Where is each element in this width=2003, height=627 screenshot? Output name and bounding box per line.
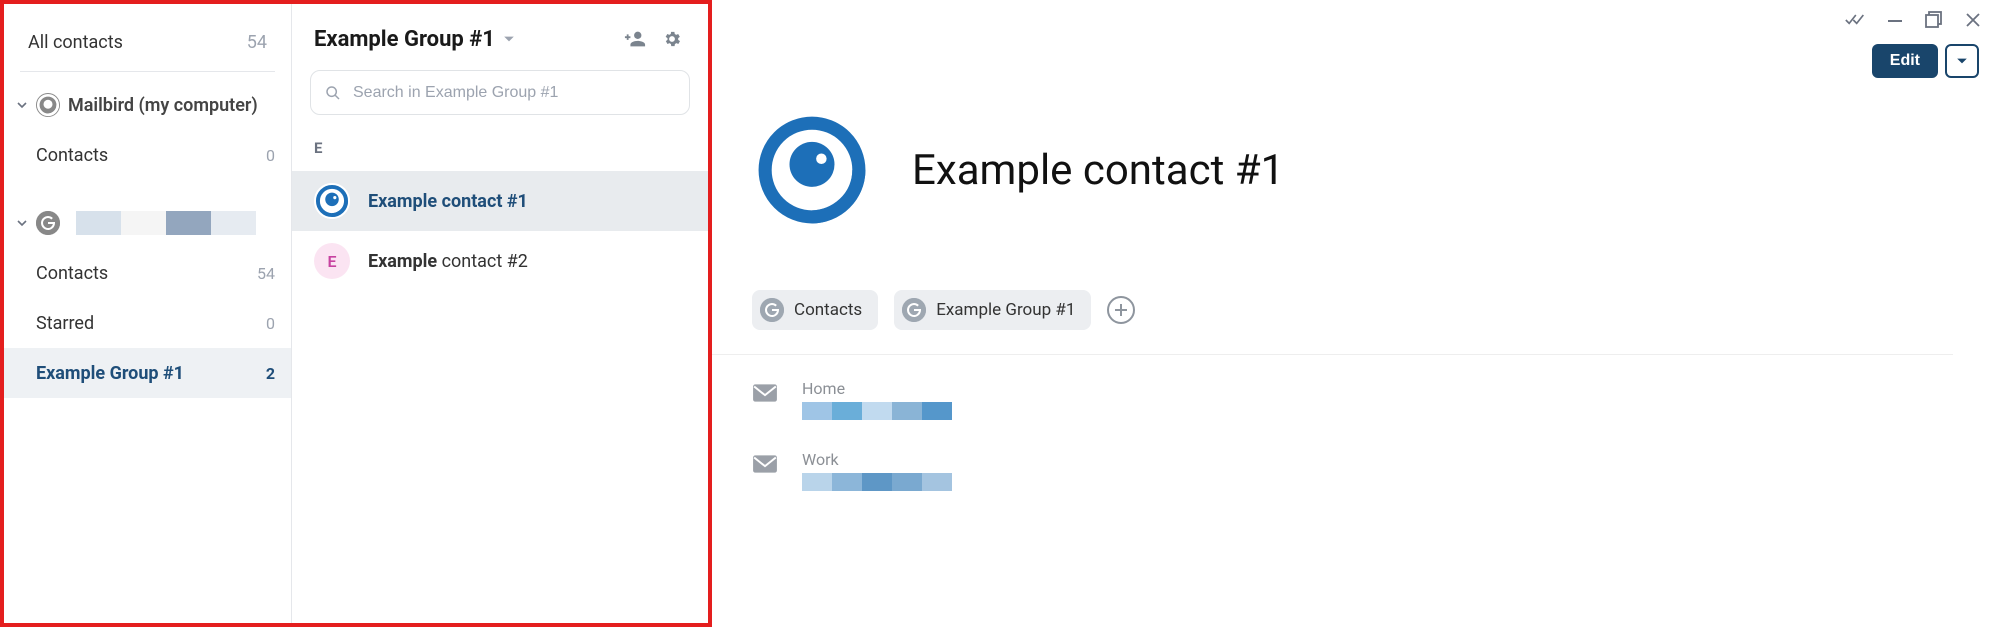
chevron-down-icon[interactable]: [503, 33, 515, 45]
detail-pane: Edit Example contact #1 Contacts: [712, 0, 2003, 627]
email-home-row[interactable]: Home: [752, 379, 2003, 420]
sidebar-item-count: 0: [266, 314, 275, 333]
tag-contacts[interactable]: Contacts: [752, 290, 878, 330]
contact-fields: Home Work: [712, 355, 2003, 491]
all-contacts-label: All contacts: [28, 32, 123, 53]
contact-tags: Contacts Example Group #1: [712, 230, 1953, 355]
email-icon: [752, 383, 778, 403]
sidebar-account-google[interactable]: [4, 198, 291, 248]
search-input[interactable]: [353, 84, 675, 102]
sidebar: All contacts 54 Mailbird (my computer) C…: [4, 4, 292, 623]
edit-button[interactable]: Edit: [1872, 44, 1938, 78]
sidebar-item-mailbird-contacts[interactable]: Contacts 0: [4, 130, 291, 180]
group-title: Example Group #1: [314, 27, 495, 52]
email-label: Work: [802, 450, 952, 469]
google-icon: [902, 298, 926, 322]
contact-avatar: E: [314, 243, 350, 279]
search-icon: [325, 85, 341, 101]
tag-label: Example Group #1: [936, 300, 1075, 320]
add-tag-button[interactable]: [1107, 296, 1135, 324]
sidebar-account-mailbird[interactable]: Mailbird (my computer): [4, 80, 291, 130]
group-header: Example Group #1: [292, 4, 708, 70]
sidebar-item-example-group[interactable]: Example Group #1 2: [4, 348, 291, 398]
google-icon: [36, 211, 60, 235]
detail-header: Example contact #1: [712, 40, 2003, 230]
account-name: Mailbird (my computer): [68, 95, 258, 116]
edit-dropdown-button[interactable]: [1945, 44, 1979, 78]
titlebar: [712, 0, 2003, 40]
chevron-down-icon: [16, 100, 28, 110]
detail-actions: Edit: [1872, 44, 1979, 78]
contact-row[interactable]: Example contact #1: [292, 171, 708, 231]
mark-read-icon[interactable]: [1845, 13, 1865, 27]
all-contacts-count: 54: [247, 32, 267, 53]
sidebar-item-google-contacts[interactable]: Contacts 54: [4, 248, 291, 298]
sidebar-item-count: 2: [266, 364, 275, 383]
add-contact-icon[interactable]: [620, 24, 650, 54]
detail-avatar: [752, 110, 872, 230]
google-icon: [760, 298, 784, 322]
maximize-icon[interactable]: [1925, 11, 1943, 29]
sidebar-item-label: Contacts: [36, 263, 108, 284]
sidebar-item-count: 54: [257, 264, 275, 283]
contact-name: Example contact #1: [912, 146, 1284, 195]
contact-name: Example contact #2: [368, 251, 528, 272]
contact-row[interactable]: E Example contact #2: [292, 231, 708, 291]
section-letter: E: [292, 129, 708, 171]
sidebar-and-group-highlight: All contacts 54 Mailbird (my computer) C…: [0, 0, 712, 627]
email-label: Home: [802, 379, 952, 398]
mailbird-icon: [36, 93, 60, 117]
sidebar-item-count: 0: [266, 146, 275, 165]
sidebar-item-google-starred[interactable]: Starred 0: [4, 298, 291, 348]
group-column: Example Group #1 E: [292, 4, 708, 623]
minimize-icon[interactable]: [1887, 12, 1903, 28]
sidebar-item-label: Example Group #1: [36, 363, 184, 384]
gear-icon[interactable]: [658, 25, 686, 53]
chevron-down-icon: [16, 218, 28, 228]
close-icon[interactable]: [1965, 12, 1981, 28]
tag-example-group[interactable]: Example Group #1: [894, 290, 1091, 330]
email-value-redacted: [802, 402, 952, 420]
sidebar-item-label: Contacts: [36, 145, 108, 166]
tag-label: Contacts: [794, 300, 862, 320]
email-value-redacted: [802, 473, 952, 491]
search-input-wrap[interactable]: [310, 70, 690, 115]
sidebar-item-all-contacts[interactable]: All contacts 54: [20, 14, 275, 72]
contact-avatar: [314, 183, 350, 219]
contact-name: Example contact #1: [368, 191, 528, 212]
email-icon: [752, 454, 778, 474]
email-work-row[interactable]: Work: [752, 450, 2003, 491]
sidebar-item-label: Starred: [36, 313, 94, 334]
account-name-redacted: [76, 211, 256, 235]
